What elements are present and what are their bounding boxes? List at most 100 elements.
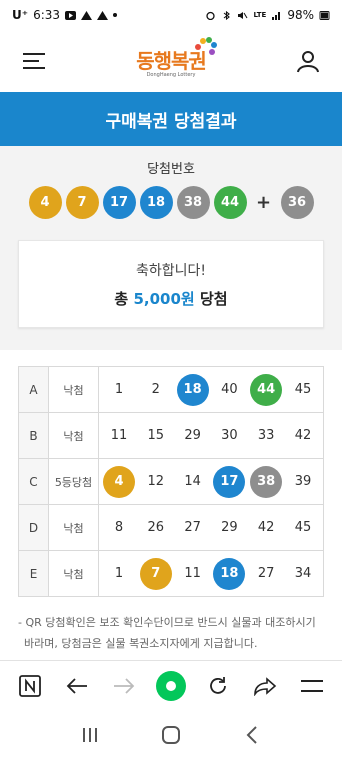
clock: 6:33 (33, 8, 61, 22)
congrats-message: 축하합니다! (135, 262, 206, 279)
warning-icon-2 (97, 10, 109, 20)
matched-number: 7 (139, 557, 172, 590)
signal-icon (272, 11, 281, 20)
picked-number: 1 (114, 382, 124, 397)
result-row-c: C 5등당첨 4 12 14 17 38 39 (18, 458, 324, 505)
result-row-e: E 낙첨 1 7 11 18 27 34 (18, 550, 324, 597)
picked-number: 29 (184, 428, 201, 443)
picked-number: 11 (110, 428, 128, 443)
logo-subtext: DongHaeng Lottery (146, 71, 196, 78)
picked-number: 42 (294, 428, 312, 443)
prize-amount: 5,000원 (133, 289, 195, 308)
back-button-icon[interactable] (237, 720, 267, 750)
bonus-plus-sign: + (255, 192, 272, 213)
picked-number: 1 (114, 566, 124, 581)
row-result-status: 5등당첨 (48, 458, 99, 505)
picked-number: 26 (147, 520, 165, 535)
picked-number: 34 (294, 566, 312, 581)
winning-ball: 4 (28, 186, 62, 219)
picked-number: 45 (294, 520, 312, 535)
notice-line: - QR 당첨확인은 보조 확인수단이므로 반드시 실물과 대조하시기 (18, 616, 316, 629)
result-row-a: A 낙첨 1 2 18 40 44 45 (18, 366, 324, 413)
row-letter: D (18, 504, 49, 551)
picked-number: 33 (257, 428, 275, 443)
forward-arrow-icon[interactable] (108, 670, 140, 702)
picked-number: 42 (257, 520, 275, 535)
notification-dot (113, 13, 118, 17)
winning-ball: 18 (139, 186, 173, 219)
notice-text: - QR 당첨확인은 보조 확인수단이므로 반드시 실물과 대조하시기 바라며,… (18, 612, 328, 654)
picked-number: 8 (114, 520, 124, 535)
mute-icon (238, 11, 248, 19)
alarm-icon (206, 11, 216, 20)
result-row-b: B 낙첨 11 15 29 30 33 42 (18, 412, 324, 459)
winning-numbers-row: 4 7 17 18 38 44 + 36 (0, 186, 342, 219)
row-result-status: 낙첨 (48, 504, 99, 551)
home-green-circle-icon[interactable] (155, 670, 187, 702)
battery-percent: 98% (287, 8, 314, 22)
winning-ball: 17 (102, 186, 136, 219)
lte-indicator: LTE (253, 11, 267, 19)
prize-prefix: 총 (114, 289, 129, 308)
share-icon[interactable] (249, 670, 281, 702)
matched-number: 44 (250, 373, 283, 406)
row-result-status: 낙첨 (48, 412, 99, 459)
row-numbers: 1 7 11 18 27 34 (98, 550, 324, 597)
android-nav-bar (0, 710, 342, 760)
picked-number: 30 (221, 428, 238, 443)
row-numbers: 4 12 14 17 38 39 (98, 458, 324, 505)
picked-number: 45 (294, 382, 312, 397)
row-numbers: 1 2 18 40 44 45 (98, 366, 324, 413)
winning-ball: 44 (213, 186, 247, 219)
user-profile-icon[interactable] (292, 45, 324, 77)
page-title: 구매복권 당첨결과 (0, 92, 342, 146)
bluetooth-icon (224, 10, 231, 20)
menu-lines-icon[interactable] (296, 670, 328, 702)
row-letter: E (18, 550, 49, 597)
picked-number: 11 (184, 566, 201, 581)
logo[interactable]: 동행복권 DongHaeng Lottery (136, 36, 217, 78)
matched-number: 17 (213, 465, 246, 498)
warning-icon (81, 10, 93, 20)
result-row-d: D 낙첨 8 26 27 29 42 45 (18, 504, 324, 551)
picked-number: 15 (147, 428, 165, 443)
row-letter: A (18, 366, 49, 413)
naver-n-icon[interactable] (14, 670, 46, 702)
winning-ball: 38 (176, 186, 210, 219)
picked-number: 2 (151, 382, 160, 397)
matched-number: 18 (213, 557, 246, 590)
picked-number: 27 (184, 520, 201, 535)
refresh-icon[interactable] (202, 670, 234, 702)
results-table: A 낙첨 1 2 18 40 44 45 B 낙첨 11 15 29 30 33 42 C 5등당첨 4 12 14 17… (18, 366, 324, 597)
picked-number: 29 (221, 520, 238, 535)
row-numbers: 8 26 27 29 42 45 (98, 504, 324, 551)
logo-burst-icon (194, 36, 217, 55)
back-arrow-icon[interactable] (61, 670, 93, 702)
matched-number: 4 (103, 465, 135, 498)
winning-section: 당첨번호 4 7 17 18 38 44 + 36 축하합니다! 총 5,000… (0, 146, 342, 350)
bonus-ball: 36 (280, 186, 314, 219)
home-button-icon[interactable] (156, 720, 186, 750)
row-letter: C (18, 458, 49, 505)
congrats-card: 축하합니다! 총 5,000원 당첨 (18, 240, 324, 328)
prize-suffix: 당첨 (199, 289, 228, 308)
carrier-label: U⁺ (12, 8, 29, 22)
browser-toolbar (0, 660, 342, 710)
matched-number: 38 (250, 465, 283, 498)
row-result-status: 낙첨 (48, 366, 99, 413)
picked-number: 27 (257, 566, 275, 581)
winning-ball: 7 (65, 186, 99, 219)
notice-line: 바라며, 당첨금은 실물 복권소지자에게 지급합니다. (24, 637, 258, 650)
picked-number: 14 (184, 474, 201, 489)
battery-icon (319, 10, 330, 20)
picked-number: 39 (294, 474, 312, 489)
picked-number: 12 (147, 474, 165, 489)
row-letter: B (18, 412, 49, 459)
picked-number: 40 (221, 382, 238, 397)
app-header: 동행복권 DongHaeng Lottery (0, 30, 342, 92)
row-result-status: 낙첨 (48, 550, 99, 597)
winning-numbers-label: 당첨번호 (147, 162, 195, 177)
matched-number: 18 (176, 373, 209, 406)
recent-apps-icon[interactable] (75, 720, 105, 750)
hamburger-menu-icon[interactable] (18, 45, 50, 77)
